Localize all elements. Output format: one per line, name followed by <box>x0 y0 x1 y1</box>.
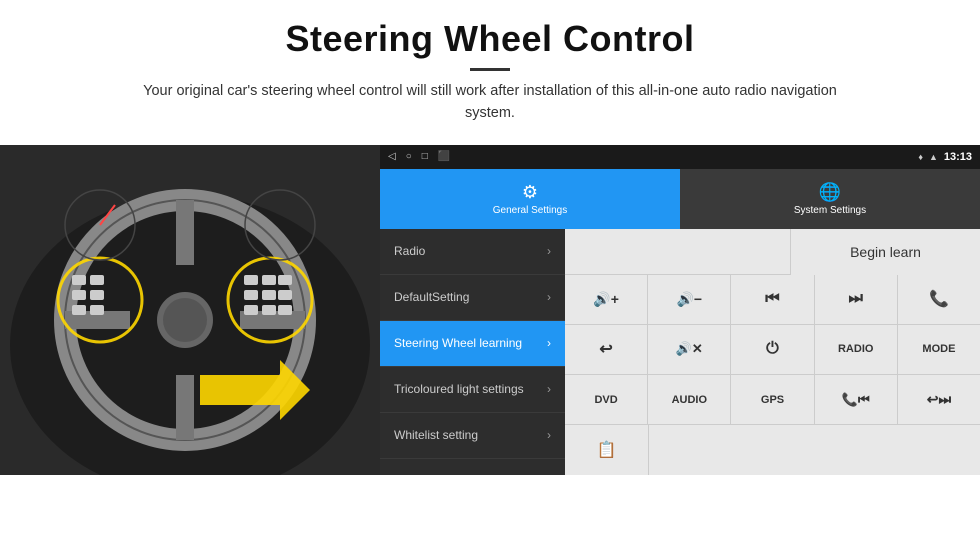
title-divider <box>470 68 510 71</box>
tab-general-label: General Settings <box>493 205 568 216</box>
phone-icon: 📞 <box>929 289 949 309</box>
empty-btn-4 <box>897 425 980 474</box>
controls-row-1: 🔊+ 🔊− ⏮ ⏭ 📞 <box>565 275 980 325</box>
mode-button[interactable]: MODE <box>898 325 980 374</box>
phone-prev-button[interactable]: 📞⏮ <box>815 375 898 424</box>
menu-item-steering-label: Steering Wheel learning <box>394 336 547 350</box>
status-bar-left: ◁ ○ □ ⬛ <box>388 151 450 162</box>
status-bar: ◁ ○ □ ⬛ ♦ ▲ 13:13 <box>380 145 980 169</box>
menu-item-steering-wheel[interactable]: Steering Wheel learning › <box>380 321 565 367</box>
menu-item-whitelist[interactable]: Whitelist setting › <box>380 413 565 459</box>
gps-status-icon: ♦ <box>918 152 923 162</box>
prev-track-button[interactable]: ⏮ <box>731 275 814 324</box>
status-time: 13:13 <box>944 151 972 163</box>
volume-up-button[interactable]: 🔊+ <box>565 275 648 324</box>
menu-item-radio[interactable]: Radio › <box>380 229 565 275</box>
dvd-label: DVD <box>594 394 617 406</box>
steering-wheel-svg <box>0 145 380 475</box>
screenshot-icon[interactable]: ⬛ <box>438 151 450 162</box>
settings-tabs: ⚙ General Settings 🌐 System Settings <box>380 169 980 229</box>
content-area: ◁ ○ □ ⬛ ♦ ▲ 13:13 ⚙ General Settings <box>0 145 980 549</box>
page-title: Steering Wheel Control <box>40 18 940 60</box>
empty-btn-3 <box>814 425 897 474</box>
mute-icon: 🔊✕ <box>676 341 703 357</box>
subtitle: Your original car's steering wheel contr… <box>140 81 840 125</box>
volume-up-icon: 🔊+ <box>593 291 619 308</box>
android-main: Radio › DefaultSetting › Steering Wheel … <box>380 229 980 475</box>
power-icon: ⏻ <box>766 340 779 358</box>
audio-button[interactable]: AUDIO <box>648 375 731 424</box>
chevron-icon: › <box>547 244 551 258</box>
menu-item-tricoloured-label: Tricoloured light settings <box>394 382 547 396</box>
phone-prev-icon: 📞⏮ <box>842 392 870 408</box>
controls-panel: Begin learn 🔊+ 🔊− <box>565 229 980 475</box>
controls-grid: 🔊+ 🔊− ⏮ ⏭ 📞 <box>565 275 980 475</box>
fast-fwd-button[interactable]: ↩⏭ <box>898 375 980 424</box>
menu-item-tricoloured[interactable]: Tricoloured light settings › <box>380 367 565 413</box>
dvd-button[interactable]: DVD <box>565 375 648 424</box>
back-icon[interactable]: ◁ <box>388 151 396 162</box>
steering-wheel-background <box>0 145 380 475</box>
call-back-button[interactable]: ↩ <box>565 325 648 374</box>
chevron-icon: › <box>547 382 551 396</box>
page-wrapper: Steering Wheel Control Your original car… <box>0 0 980 549</box>
header-section: Steering Wheel Control Your original car… <box>0 0 980 135</box>
call-back-icon: ↩ <box>599 339 612 359</box>
fast-fwd-icon: ↩⏭ <box>927 391 951 408</box>
home-icon[interactable]: ○ <box>406 151 412 162</box>
controls-row-3: DVD AUDIO GPS 📞⏮ <box>565 375 980 425</box>
power-button[interactable]: ⏻ <box>731 325 814 374</box>
mode-label: MODE <box>922 343 955 355</box>
gps-button[interactable]: GPS <box>731 375 814 424</box>
volume-down-icon: 🔊− <box>677 291 703 308</box>
status-bar-right: ♦ ▲ 13:13 <box>918 151 972 163</box>
phone-button[interactable]: 📞 <box>898 275 980 324</box>
prev-track-icon: ⏮ <box>765 290 779 308</box>
tab-system-label: System Settings <box>794 205 866 216</box>
radio-mode-button[interactable]: RADIO <box>815 325 898 374</box>
mute-button[interactable]: 🔊✕ <box>648 325 731 374</box>
empty-btn-1 <box>649 425 732 474</box>
tab-system[interactable]: 🌐 System Settings <box>680 169 980 229</box>
recents-icon[interactable]: □ <box>422 151 428 162</box>
system-settings-icon: 🌐 <box>819 182 841 203</box>
begin-learn-button[interactable]: Begin learn <box>790 229 980 275</box>
controls-top-row: Begin learn <box>565 229 980 275</box>
next-track-button[interactable]: ⏭ <box>815 275 898 324</box>
empty-cell <box>565 229 790 274</box>
volume-down-button[interactable]: 🔊− <box>648 275 731 324</box>
controls-row-4: 📋 <box>565 425 980 474</box>
tab-general[interactable]: ⚙ General Settings <box>380 169 680 229</box>
menu-list: Radio › DefaultSetting › Steering Wheel … <box>380 229 565 475</box>
menu-item-default-setting[interactable]: DefaultSetting › <box>380 275 565 321</box>
gps-label: GPS <box>761 394 784 406</box>
next-track-icon: ⏭ <box>849 290 863 308</box>
wifi-icon: ▲ <box>929 152 938 162</box>
menu-item-whitelist-label: Whitelist setting <box>394 428 547 442</box>
menu-item-default-label: DefaultSetting <box>394 290 547 304</box>
playlist-button[interactable]: 📋 <box>565 425 649 474</box>
empty-btn-2 <box>732 425 815 474</box>
radio-label: RADIO <box>838 343 873 355</box>
chevron-icon: › <box>547 290 551 304</box>
android-panel: ◁ ○ □ ⬛ ♦ ▲ 13:13 ⚙ General Settings <box>380 145 980 475</box>
chevron-icon: › <box>547 428 551 442</box>
controls-row-2: ↩ 🔊✕ ⏻ RADIO MO <box>565 325 980 375</box>
playlist-icon: 📋 <box>596 440 616 460</box>
chevron-icon: › <box>547 336 551 350</box>
menu-item-radio-label: Radio <box>394 244 547 258</box>
general-settings-icon: ⚙ <box>522 182 538 203</box>
audio-label: AUDIO <box>672 394 707 406</box>
image-panel <box>0 145 380 475</box>
